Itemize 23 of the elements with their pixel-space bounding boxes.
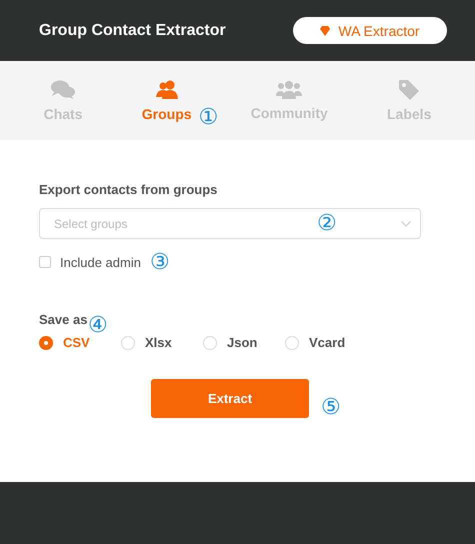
- app-title: Group Contact Extractor: [39, 22, 226, 40]
- radio-label: CSV: [63, 335, 90, 350]
- chevron-down-icon: [401, 221, 411, 227]
- checkbox[interactable]: [39, 256, 51, 268]
- radio-label: Xlsx: [145, 335, 172, 350]
- gem-icon: [320, 26, 330, 36]
- callout-number: ⑤: [321, 396, 341, 418]
- radio-label: Vcard: [309, 335, 346, 350]
- chat-bubbles-icon: [51, 80, 76, 100]
- extract-button[interactable]: Extract: [151, 379, 309, 418]
- radio-button[interactable]: [39, 336, 53, 350]
- wa-extractor-button[interactable]: WA Extractor: [293, 17, 447, 44]
- radio-label: Json: [227, 335, 258, 350]
- callout-number: ④: [88, 314, 108, 336]
- checkbox-label: Include admin: [60, 254, 141, 270]
- callout-number: ②: [317, 212, 337, 234]
- callout-number: ③: [150, 251, 170, 273]
- section-heading: Save as: [39, 312, 88, 327]
- callout-number: ①: [198, 106, 219, 128]
- users-icon: [156, 80, 178, 100]
- tag-icon: [399, 80, 420, 100]
- section-heading: Export contacts from groups: [39, 182, 218, 197]
- users-icon: [276, 80, 302, 98]
